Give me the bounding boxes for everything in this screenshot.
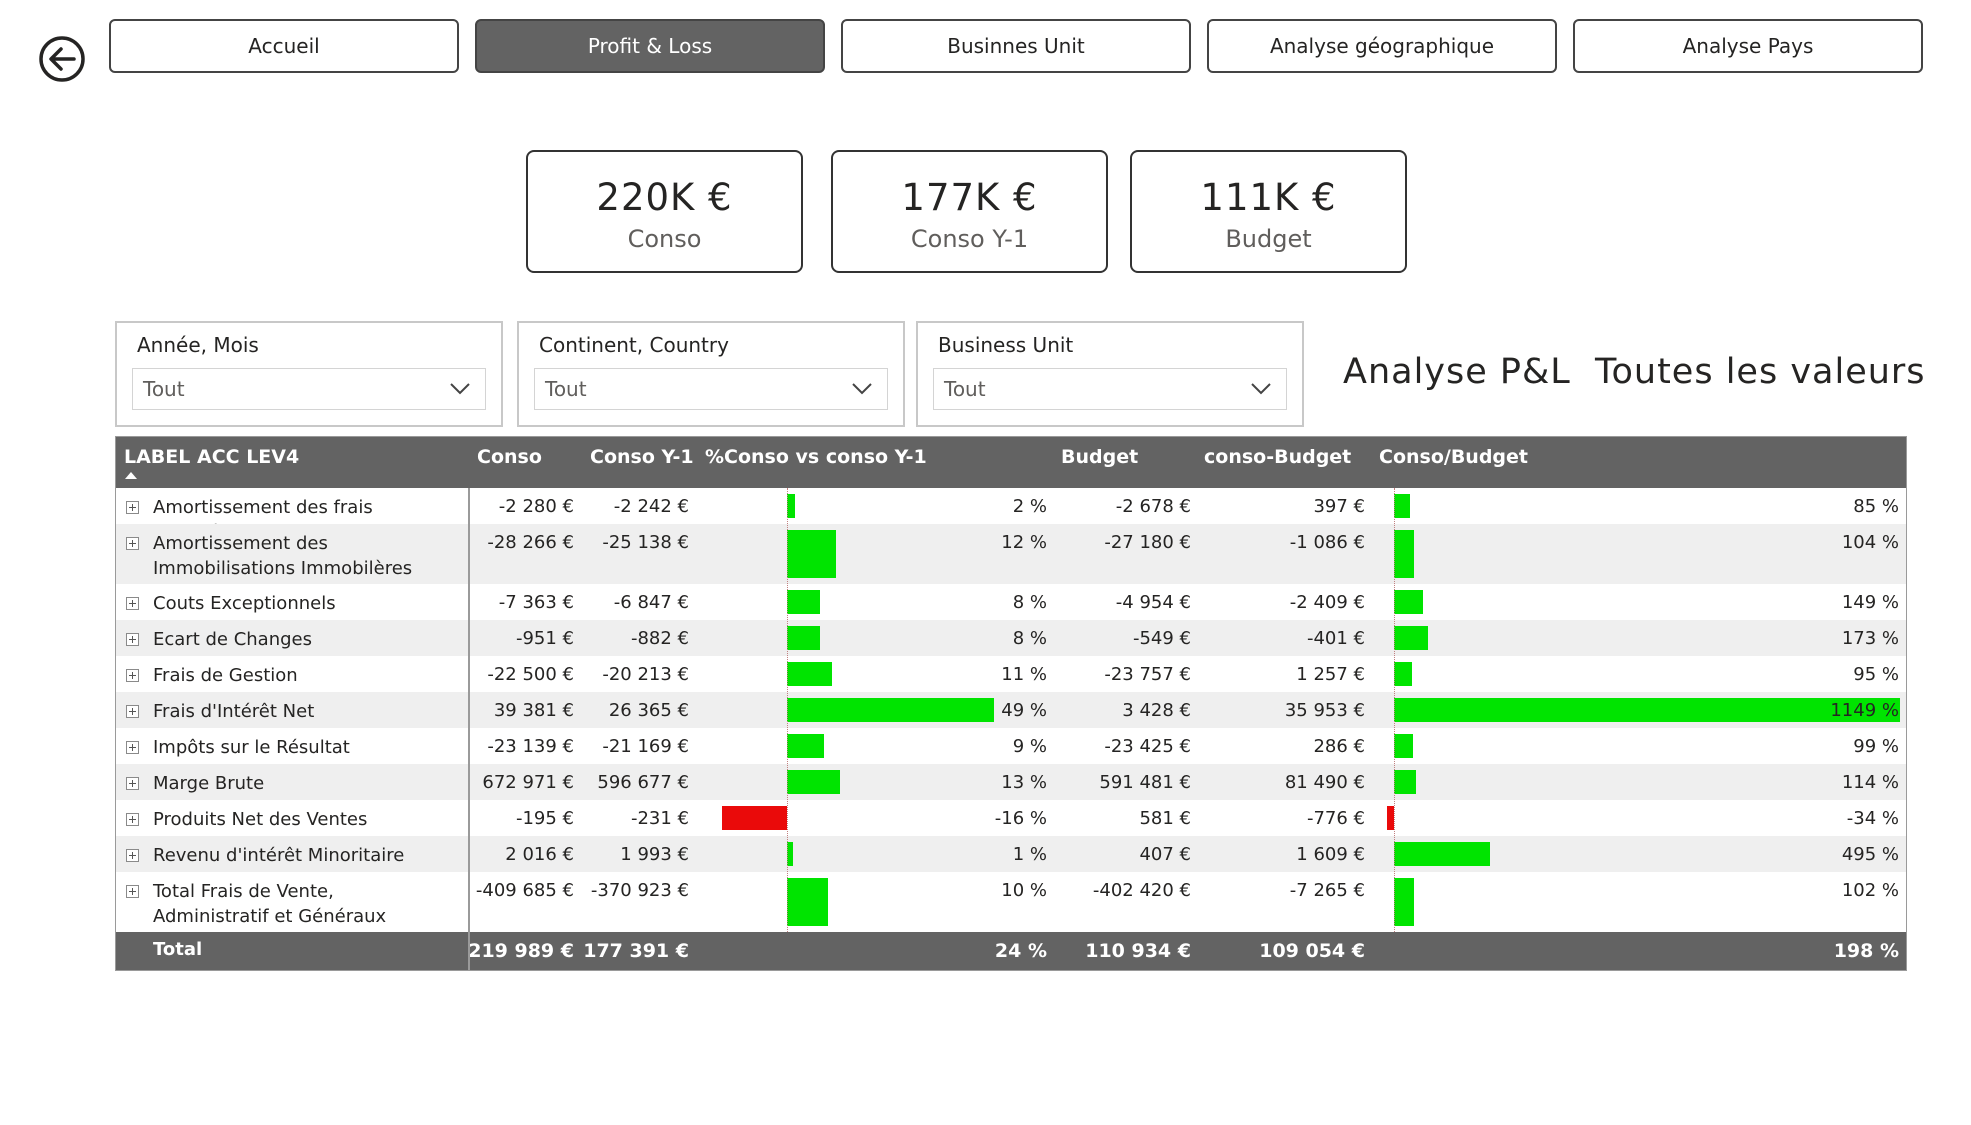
slicer-business-unit: Business Unit Tout (916, 321, 1304, 427)
slicer-title: Année, Mois (137, 333, 259, 357)
nav-analyse-pays-button[interactable]: Analyse Pays (1573, 19, 1923, 73)
report-title: Analyse P&L Toutes les valeurs (1343, 352, 1926, 392)
kpi-label: Conso Y-1 (910, 225, 1029, 253)
kpi-label: Budget (1225, 225, 1312, 253)
slicer-title: Business Unit (938, 333, 1074, 357)
kpi-value: 220K € (596, 176, 733, 219)
kpi-budget-card: 111K € Budget (1130, 150, 1407, 273)
nav-business-unit-button[interactable]: Businnes Unit (841, 19, 1191, 73)
back-arrow-icon[interactable] (38, 35, 86, 83)
pl-matrix-table: LABEL ACC LEV4 Conso Conso Y-1 %Conso vs… (115, 436, 1907, 971)
chevron-down-icon (450, 383, 470, 395)
kpi-value: 111K € (1200, 176, 1337, 219)
kpi-conso-y1-card: 177K € Conso Y-1 (831, 150, 1108, 273)
slicer-value: Tout (143, 377, 185, 401)
chevron-down-icon (1251, 383, 1271, 395)
table-frame (115, 436, 1907, 971)
slicer-continent-country-dropdown[interactable]: Tout (534, 368, 888, 410)
slicer-business-unit-dropdown[interactable]: Tout (933, 368, 1287, 410)
kpi-label: Conso (627, 225, 702, 253)
nav-analyse-geographique-button[interactable]: Analyse géographique (1207, 19, 1557, 73)
slicer-value: Tout (545, 377, 587, 401)
slicer-annee-mois-dropdown[interactable]: Tout (132, 368, 486, 410)
slicer-annee-mois: Année, Mois Tout (115, 321, 503, 427)
kpi-conso-card: 220K € Conso (526, 150, 803, 273)
slicer-title: Continent, Country (539, 333, 729, 357)
chevron-down-icon (852, 383, 872, 395)
kpi-value: 177K € (901, 176, 1038, 219)
nav-profit-loss-button[interactable]: Profit & Loss (475, 19, 825, 73)
slicer-value: Tout (944, 377, 986, 401)
slicer-continent-country: Continent, Country Tout (517, 321, 905, 427)
nav-accueil-button[interactable]: Accueil (109, 19, 459, 73)
